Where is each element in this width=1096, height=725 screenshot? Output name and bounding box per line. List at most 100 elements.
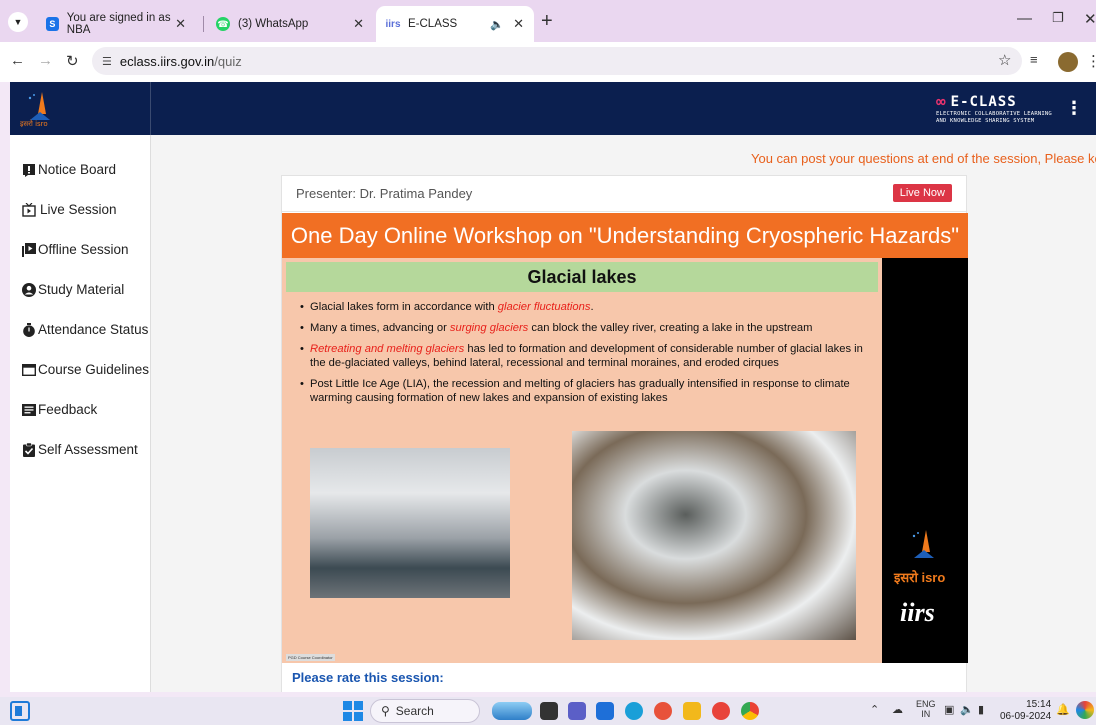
edge-icon[interactable] (625, 702, 643, 720)
sidebar-item-offline-session[interactable]: Offline Session (22, 242, 129, 257)
teams-icon[interactable] (568, 702, 586, 720)
tab-whatsapp[interactable]: ☎ (3) WhatsApp ✕ (206, 6, 374, 42)
browser-menu-icon[interactable]: ⋮ (1086, 52, 1096, 70)
header-menu-icon[interactable]: ⋮ (1065, 98, 1083, 119)
language-indicator[interactable]: ENG IN (916, 699, 936, 719)
minimize-icon[interactable]: — (1017, 10, 1032, 27)
main-content: You can post your questions at end of th… (151, 135, 1096, 692)
feedback-icon (22, 403, 36, 416)
sidebar-item-notice-board[interactable]: Notice Board (22, 162, 116, 177)
tab-eclass[interactable]: iirs E-CLASS 🔈 ✕ (376, 6, 534, 42)
play-icon (22, 242, 36, 257)
sidebar-item-label: Self Assessment (38, 442, 138, 457)
slide-bullet: Many a times, advancing or surging glaci… (300, 321, 876, 335)
web-page: इसरो isro ∞ E-CLASS ELECTRONIC COLLABORAT… (10, 82, 1096, 692)
opera-icon[interactable] (712, 702, 730, 720)
isro-logo-text: इसरो isro (20, 119, 48, 128)
widgets-icon[interactable] (10, 701, 30, 721)
file-explorer-icon[interactable] (683, 702, 701, 720)
firefox-icon[interactable] (654, 702, 672, 720)
browser-tab-strip: ▼ S You are signed in as NBA ✕ ☎ (3) Wha… (0, 0, 1096, 42)
taskbar-search[interactable]: ⚲ Search (370, 699, 480, 723)
tab-nba[interactable]: S You are signed in as NBA ✕ (36, 6, 196, 42)
slide-bullet: Glacial lakes form in accordance with gl… (300, 300, 876, 314)
forward-arrow-icon[interactable]: → (38, 52, 53, 69)
bookmark-star-icon[interactable]: ☆ (998, 51, 1011, 69)
whatsapp-icon: ☎ (216, 17, 230, 31)
new-tab-plus-icon[interactable]: + (541, 10, 553, 33)
close-icon[interactable]: ✕ (353, 16, 364, 32)
video-player[interactable]: One Day Online Workshop on "Understandin… (282, 213, 968, 663)
eclass-logo-text: E-CLASS (950, 93, 1017, 110)
slide-bullet: Retreating and melting glaciers has led … (300, 342, 876, 370)
sidebar-item-course-guidelines[interactable]: Course Guidelines (22, 362, 149, 377)
media-control-icon[interactable]: ≡ (1030, 52, 1038, 67)
live-session-card: Presenter: Dr. Pratima Pandey Live Now O… (281, 175, 968, 692)
tab-separator (203, 16, 204, 32)
taskbar-search-label: Search (395, 704, 434, 718)
restore-icon[interactable]: ❐ (1052, 10, 1064, 26)
iirs-logo-text: iirs (900, 598, 935, 627)
s-favicon-icon: S (46, 17, 59, 31)
volume-icon[interactable]: 🔈 (960, 703, 974, 716)
sidebar-item-label: Course Guidelines (38, 362, 150, 377)
isro-rocket-icon (912, 530, 934, 558)
task-view-icon[interactable] (540, 702, 558, 720)
sidebar-item-live-session[interactable]: Live Session (22, 202, 117, 217)
isro-logo-icon[interactable]: इसरो isro (20, 90, 60, 128)
slide-content: Glacial lakes Glacial lakes form in acco… (282, 258, 882, 663)
sidebar-item-label: Feedback (38, 402, 98, 417)
presenter-name: Presenter: Dr. Pratima Pandey (296, 186, 473, 201)
slide-caption: PGD Course Coordinator (286, 654, 335, 661)
weather-widget-icon[interactable] (492, 702, 532, 720)
iirs-favicon-icon: iirs (385, 18, 401, 30)
window-icon (22, 363, 36, 376)
clipboard-check-icon (23, 442, 35, 457)
notification-bell-icon[interactable]: 🔔 (1056, 703, 1070, 716)
clock[interactable]: 15:14 06-09-2024 (1000, 699, 1051, 723)
store-icon[interactable] (596, 702, 614, 720)
tab-title: You are signed in as NBA (66, 12, 171, 36)
search-icon: ⚲ (381, 704, 390, 718)
sidebar-item-label: Offline Session (38, 242, 129, 257)
taskbar: ⚲ Search ⌃ ☁ ENG IN ▣ 🔈 ▮ 15:14 06-09-202… (0, 697, 1096, 725)
clock-time: 15:14 (1026, 699, 1052, 710)
sidebar-item-study-material[interactable]: Study Material (22, 282, 124, 297)
browser-toolbar: ← → ↻ ☰ eclass.iirs.gov.in/quiz ☆ ≡ ⋮ (0, 42, 1096, 82)
slide-logo-panel: इसरो isro iirs (882, 258, 968, 663)
slide-banner: One Day Online Workshop on "Understandin… (282, 213, 968, 258)
sidebar-item-feedback[interactable]: Feedback (22, 402, 97, 417)
reload-icon[interactable]: ↻ (66, 52, 79, 70)
window-close-icon[interactable]: ✕ (1084, 10, 1096, 28)
onedrive-icon[interactable]: ☁ (892, 703, 903, 716)
tab-title: (3) WhatsApp (238, 18, 309, 30)
chrome-icon[interactable] (741, 702, 759, 720)
back-arrow-icon[interactable]: ← (10, 52, 25, 69)
slide-bullet: Post Little Ice Age (LIA), the recession… (300, 377, 876, 405)
url-path: /quiz (214, 53, 242, 69)
tray-overflow-icon[interactable]: ⌃ (870, 703, 879, 716)
address-bar[interactable]: ☰ eclass.iirs.gov.in/quiz (92, 47, 1022, 75)
tab-search-chevron-icon[interactable]: ▼ (8, 12, 28, 32)
sidebar-item-self-assessment[interactable]: Self Assessment (22, 442, 138, 457)
close-icon[interactable]: ✕ (513, 16, 524, 32)
glacial-lake-photo (310, 448, 510, 598)
profile-avatar[interactable] (1058, 52, 1078, 72)
close-icon[interactable]: ✕ (175, 16, 186, 32)
copilot-icon[interactable] (1076, 701, 1094, 719)
sidebar-item-label: Live Session (40, 202, 117, 217)
tab-title: E-CLASS (408, 18, 458, 30)
windows-start-icon[interactable] (343, 701, 363, 721)
battery-icon[interactable]: ▮ (978, 703, 984, 716)
speaker-icon[interactable]: 🔈 (490, 18, 504, 31)
sidebar-item-attendance-status[interactable]: Attendance Status (22, 322, 148, 337)
rate-session-label: Please rate this session: (292, 670, 444, 685)
network-icon[interactable]: ▣ (944, 703, 954, 716)
eclass-logo[interactable]: ∞ E-CLASS ELECTRONIC COLLABORATIVE LEARNI… (936, 92, 1052, 125)
site-info-icon[interactable]: ☰ (102, 55, 112, 68)
card-header: Presenter: Dr. Pratima Pandey Live Now (282, 176, 966, 212)
clock-date: 06-09-2024 (1000, 711, 1052, 722)
slide-heading: Glacial lakes (286, 262, 878, 292)
eclass-tagline-2: AND KNOWLEDGE SHARING SYSTEM (936, 118, 1035, 124)
live-now-badge: Live Now (892, 184, 952, 202)
